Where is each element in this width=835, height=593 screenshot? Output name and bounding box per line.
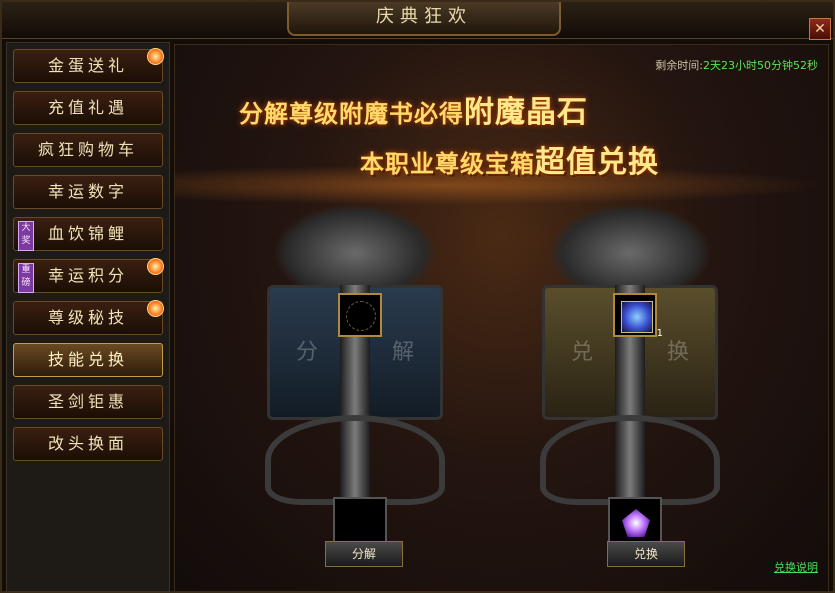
sidebar-item-label: 疯狂购物车 (37, 140, 138, 159)
sidebar: 金蛋送礼 充值礼遇 疯狂购物车 幸运数字 大奖 血饮锦鲤 重磅 幸运积分 尊级秘… (6, 42, 170, 592)
exchange-help-link[interactable]: 兑换说明 (774, 559, 818, 575)
remaining-time: 剩余时间:2天23小时50分钟52秒 (655, 57, 818, 73)
sidebar-item-label: 血饮锦鲤 (47, 224, 128, 243)
sidebar-item-label: 幸运数字 (47, 182, 128, 201)
headline-text: 分解尊级附魔书必得 (239, 100, 464, 128)
scroll-ornament (540, 415, 720, 505)
exchange-altar: 兑 换 1 8 (520, 205, 740, 553)
sidebar-item-shopping-cart[interactable]: 疯狂购物车 (13, 133, 163, 167)
sidebar-item-label: 技能兑换 (47, 350, 128, 369)
sidebar-item-secret-skill[interactable]: 尊级秘技 (13, 300, 164, 335)
item-count: 1 (656, 328, 663, 339)
close-icon: ✕ (814, 21, 826, 37)
headline-highlight: 附魔晶石 (464, 95, 588, 130)
headline-decompose: 分解尊级附魔书必得附魔晶石 (239, 87, 588, 131)
window-title: 庆典狂欢 (287, 2, 561, 36)
sidebar-item-label: 改头换面 (47, 434, 128, 453)
sidebar-item-holy-sword[interactable]: 圣剑钜惠 (13, 385, 163, 419)
main-panel: 剩余时间:2天23小时50分钟52秒 分解尊级附魔书必得附魔晶石 本职业尊级宝箱… (174, 44, 829, 592)
headline-text: 本职业尊级宝箱 (360, 150, 535, 178)
sidebar-item-label: 圣剑钜惠 (47, 392, 128, 411)
input-item-slot[interactable] (338, 293, 382, 337)
decompose-button[interactable]: 分解 (325, 541, 403, 567)
tag-badge: 大奖 (18, 221, 34, 251)
sidebar-item-lucky-points[interactable]: 重磅 幸运积分 (13, 258, 164, 293)
skull-ornament-icon (275, 205, 435, 285)
event-window: 庆典狂欢 ✕ 金蛋送礼 充值礼遇 疯狂购物车 幸运数字 大奖 血饮锦鲤 重磅 幸… (0, 0, 835, 593)
title-bar: 庆典狂欢 ✕ (2, 2, 833, 40)
exchange-button[interactable]: 兑换 (607, 541, 685, 567)
sidebar-item-koi[interactable]: 大奖 血饮锦鲤 (13, 217, 163, 251)
sidebar-item-makeover[interactable]: 改头换面 (13, 427, 163, 461)
sidebar-item-label: 幸运积分 (47, 266, 128, 285)
sidebar-item-label: 尊级秘技 (47, 308, 128, 327)
close-button[interactable]: ✕ (809, 18, 831, 40)
banner-left: 兑 (542, 285, 622, 420)
sidebar-item-lucky-number[interactable]: 幸运数字 (13, 175, 163, 209)
headline-highlight: 超值兑换 (535, 145, 659, 180)
timer-value: 2天23小时50分钟52秒 (703, 59, 818, 72)
sidebar-item-label: 充值礼遇 (47, 98, 128, 117)
sidebar-item-skill-exchange[interactable]: 技能兑换 (13, 343, 163, 377)
banner-left: 分 (267, 285, 347, 420)
sidebar-item-recharge[interactable]: 充值礼遇 (13, 91, 163, 125)
chest-item-slot[interactable]: 1 (613, 293, 663, 339)
notification-dot-icon (147, 258, 164, 275)
blue-chest-icon (621, 301, 653, 333)
sidebar-item-label: 金蛋送礼 (47, 56, 128, 75)
decompose-altar: 分 解 (245, 205, 465, 551)
rune-placeholder-icon (346, 301, 376, 331)
notification-dot-icon (147, 300, 164, 317)
skull-ornament-icon (550, 205, 710, 285)
timer-label: 剩余时间: (655, 59, 703, 72)
headline-exchange: 本职业尊级宝箱超值兑换 (360, 137, 659, 181)
scroll-ornament (265, 415, 445, 505)
notification-dot-icon (147, 48, 164, 65)
sidebar-item-golden-egg[interactable]: 金蛋送礼 (13, 48, 164, 83)
tag-badge: 重磅 (18, 263, 34, 293)
purple-gem-icon (622, 509, 650, 537)
